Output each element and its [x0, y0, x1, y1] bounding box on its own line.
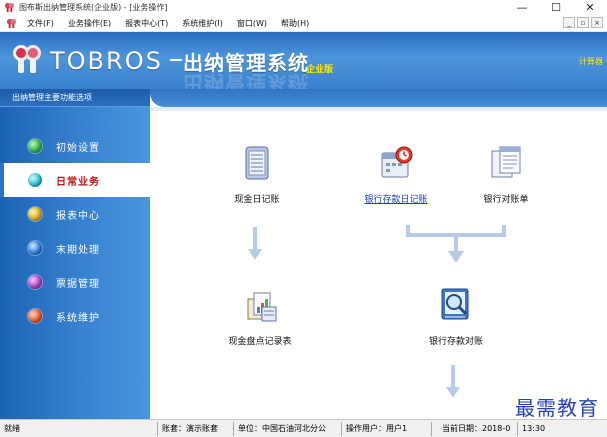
window-controls: — ☐ ✕ [505, 0, 607, 15]
cyan-orb-icon [28, 173, 42, 187]
menu-file[interactable]: 文件(F) [27, 18, 54, 29]
calculator-link[interactable]: 计算器 [579, 56, 603, 67]
orange-orb-icon [28, 309, 42, 323]
sidebar-item-initial-setup[interactable]: 初始设置 [0, 129, 150, 163]
merge-arrow-icon [406, 225, 506, 263]
window-title: 图布斯出纳管理系统(企业版) - [业务操作] [19, 3, 168, 12]
status-date: 当前日期：2018-0 [438, 421, 518, 436]
sidebar-item-label: 末期处理 [56, 244, 100, 256]
child-close-button[interactable]: × [591, 17, 603, 28]
header-banner: TOBROS 出纳管理系统 出纳管理系统 企业版 计算器 [0, 32, 607, 89]
bank-statement-shortcut[interactable]: 银行对账单 [464, 143, 548, 205]
sidebar-title: 出纳管理主要功能选项 [0, 89, 150, 107]
blue-orb-icon [28, 241, 42, 255]
watermark-text: 最需教育 [515, 396, 599, 420]
sidebar-item-label: 初始设置 [56, 142, 100, 154]
status-unit: 单位：中国石油河北分公 [234, 421, 342, 436]
bank-reconcile-label: 银行存款对账 [428, 337, 483, 347]
sidebar-item-daily-business[interactable]: 日常业务 [0, 163, 150, 197]
bank-statement-label: 银行对账单 [483, 195, 529, 205]
yellow-orb-icon [28, 207, 42, 221]
main-panel: 现金日记账 银行存款日记账 银行对账单 现金盘点记录表 银行存款对账 [150, 89, 607, 419]
bank-journal-label: 银行存款日记账 [364, 195, 428, 205]
calendar-clock-icon [381, 146, 413, 178]
sidebar-item-bill-management[interactable]: 票据管理 [0, 265, 150, 299]
stacked-reports-icon [247, 292, 277, 322]
sidebar-item-period-end[interactable]: 末期处理 [0, 231, 150, 265]
sidebar-item-label: 系统维护 [56, 312, 100, 324]
menu-business[interactable]: 业务操作(E) [68, 18, 111, 29]
function-sidebar: 出纳管理主要功能选项 初始设置 日常业务 报表中心 末期处理 票据管理 系统维护 [0, 89, 150, 419]
sidebar-item-system-maintenance[interactable]: 系统维护 [0, 299, 150, 333]
green-orb-icon [28, 139, 42, 153]
brand-divider [170, 59, 182, 61]
child-minimize-button[interactable]: _ [563, 17, 575, 28]
status-user: 操作用户：用户1 [342, 421, 432, 436]
sidebar-item-label: 日常业务 [56, 176, 100, 188]
down-arrow-icon [248, 227, 262, 260]
status-time: 13:30 [522, 424, 546, 433]
sidebar-item-label: 票据管理 [56, 278, 100, 290]
cash-count-label: 现金盘点记录表 [228, 337, 292, 347]
maximize-button[interactable]: ☐ [539, 0, 573, 15]
sidebar-item-label: 报表中心 [56, 210, 100, 222]
menu-window[interactable]: 窗口(W) [237, 18, 267, 29]
menu-help[interactable]: 帮助(H) [281, 18, 309, 29]
app-menu-icon[interactable] [6, 18, 17, 29]
status-account: 账套：演示账套 [158, 421, 234, 436]
tobros-logo-icon [13, 45, 41, 73]
bank-reconcile-shortcut[interactable]: 银行存款对账 [406, 285, 506, 347]
magnifier-report-icon [441, 288, 469, 320]
documents-icon [491, 146, 521, 178]
child-restore-button[interactable]: ▫ [577, 17, 589, 28]
menu-reports[interactable]: 报表中心(T) [125, 18, 168, 29]
edition-badge: 企业版 [306, 65, 334, 75]
cash-journal-shortcut[interactable]: 现金日记账 [212, 143, 302, 205]
ledger-book-icon [245, 146, 269, 180]
status-ready: 就绪 [0, 421, 158, 436]
main-header-strip [150, 89, 607, 107]
sidebar-menu: 初始设置 日常业务 报表中心 末期处理 票据管理 系统维护 [0, 129, 150, 333]
menu-bar: 文件(F) 业务操作(E) 报表中心(T) 系统维护(I) 窗口(W) 帮助(H… [0, 15, 607, 32]
status-bar: 就绪 账套：演示账套 单位：中国石油河北分公 操作用户：用户1 当前日期：201… [0, 419, 607, 437]
title-bar: 图布斯出纳管理系统(企业版) - [业务操作] — ☐ ✕ [0, 0, 607, 15]
child-window-controls: _ ▫ × [563, 17, 603, 28]
close-button[interactable]: ✕ [573, 0, 607, 15]
brand-name: TOBROS [50, 47, 163, 75]
minimize-button[interactable]: — [505, 0, 539, 15]
product-name-reflection: 出纳管理系统 [183, 71, 309, 89]
down-arrow-bottom-icon [446, 365, 460, 398]
app-logo-icon [4, 2, 15, 13]
cash-journal-label: 现金日记账 [234, 195, 280, 205]
bank-journal-shortcut[interactable]: 银行存款日记账 [346, 143, 446, 205]
menu-maintenance[interactable]: 系统维护(I) [182, 18, 223, 29]
sidebar-item-report-center[interactable]: 报表中心 [0, 197, 150, 231]
main-header-shadow [150, 107, 607, 111]
cash-count-shortcut[interactable]: 现金盘点记录表 [212, 285, 308, 347]
purple-orb-icon [28, 275, 42, 289]
